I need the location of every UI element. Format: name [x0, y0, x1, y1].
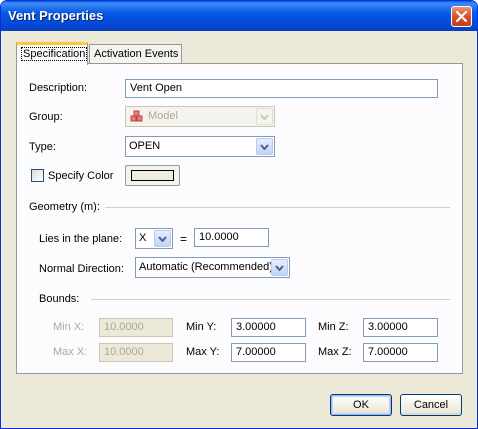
plane-axis-value: X	[139, 232, 147, 244]
tab-specification-label: Specification	[21, 47, 88, 61]
chevron-down-icon	[260, 143, 269, 150]
model-group-icon	[130, 110, 143, 122]
plane-axis-dropdown-button[interactable]	[154, 230, 171, 247]
normal-direction-select[interactable]: Automatic (Recommended)	[135, 257, 290, 278]
min-x-field: 10.0000	[99, 318, 173, 337]
plane-axis-select[interactable]: X	[135, 228, 173, 249]
max-z-label: Max Z:	[318, 346, 352, 358]
type-value: OPEN	[129, 140, 161, 152]
specification-panel: Description: Vent Open Group: Model Type…	[16, 63, 463, 374]
type-select[interactable]: OPEN	[125, 136, 275, 157]
bounds-separator	[91, 299, 450, 300]
type-dropdown-button[interactable]	[256, 138, 273, 155]
min-y-field[interactable]: 3.00000	[231, 318, 306, 337]
tab-specification[interactable]: Specification	[16, 42, 88, 65]
chevron-down-icon	[275, 264, 284, 271]
max-y-field[interactable]: 7.00000	[231, 343, 306, 362]
close-icon	[456, 11, 467, 22]
ok-button[interactable]: OK	[330, 394, 392, 416]
group-dropdown-button	[256, 108, 273, 125]
chevron-down-icon	[260, 113, 269, 120]
group-label: Group:	[29, 111, 63, 123]
min-x-label: Min X:	[53, 321, 85, 333]
tab-activation-events-label: Activation Events	[94, 48, 179, 60]
normal-direction-label: Normal Direction:	[39, 263, 124, 275]
geometry-separator	[105, 207, 450, 208]
chevron-down-icon	[158, 235, 167, 242]
title-bar[interactable]: Vent Properties	[1, 1, 477, 31]
vent-properties-dialog: Vent Properties Specification Activation…	[0, 0, 478, 429]
max-x-label: Max X:	[53, 346, 88, 358]
tab-activation-events[interactable]: Activation Events	[89, 44, 182, 64]
max-z-field[interactable]: 7.00000	[363, 343, 438, 362]
normal-direction-dropdown-button[interactable]	[271, 259, 288, 276]
window-title: Vent Properties	[8, 8, 104, 23]
type-label: Type:	[29, 141, 56, 153]
plane-label: Lies in the plane:	[39, 233, 123, 245]
min-z-label: Min Z:	[318, 321, 349, 333]
max-y-label: Max Y:	[186, 346, 220, 358]
close-button[interactable]	[451, 6, 472, 27]
group-value: Model	[148, 110, 178, 122]
equals-sign: =	[180, 232, 188, 246]
group-select: Model	[125, 106, 275, 127]
description-label: Description:	[29, 82, 88, 94]
min-z-field[interactable]: 3.00000	[363, 318, 438, 337]
max-x-field: 10.0000	[99, 343, 173, 362]
geometry-label: Geometry (m):	[29, 201, 100, 213]
min-y-label: Min Y:	[186, 321, 217, 333]
color-swatch	[131, 170, 174, 181]
specify-color-label: Specify Color	[48, 170, 114, 182]
description-field[interactable]: Vent Open	[125, 79, 438, 98]
bounds-label: Bounds:	[39, 293, 80, 305]
cancel-button[interactable]: Cancel	[400, 394, 462, 416]
normal-direction-value: Automatic (Recommended)	[139, 261, 273, 273]
specify-color-checkbox[interactable]	[31, 169, 44, 182]
color-swatch-button[interactable]	[125, 165, 180, 186]
plane-value-field[interactable]: 10.0000	[194, 228, 269, 247]
